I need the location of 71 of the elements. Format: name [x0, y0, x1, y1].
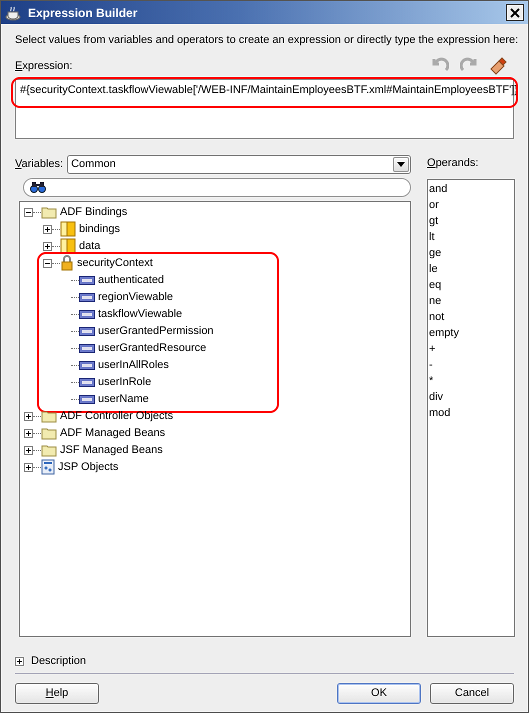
tree-item[interactable]: data — [79, 238, 100, 254]
folder-icon — [41, 205, 57, 219]
tree-item[interactable]: taskflowViewable — [98, 306, 182, 322]
caret-icon[interactable] — [397, 162, 405, 166]
operand-item[interactable]: not — [429, 309, 513, 325]
expression-label: Expression: — [15, 59, 72, 74]
folder-icon — [41, 426, 57, 440]
dialog-button[interactable]: Help — [15, 682, 99, 704]
operand-item[interactable]: and — [429, 181, 513, 197]
operand-item[interactable]: div — [429, 389, 513, 405]
dialog-button[interactable]: OK — [337, 682, 421, 704]
property-icon — [79, 394, 95, 404]
property-icon — [79, 310, 95, 318]
operand-item[interactable]: lt — [429, 229, 513, 245]
folder-icon — [41, 443, 57, 457]
tree-item[interactable]: userName — [98, 390, 149, 408]
expand-icon[interactable] — [24, 412, 33, 420]
variables-dropdown[interactable]: Common — [67, 154, 411, 174]
collapse-icon[interactable] — [43, 258, 52, 268]
property-icon — [79, 378, 95, 386]
operand-item[interactable]: - — [429, 357, 513, 373]
operand-item[interactable]: + — [429, 341, 513, 357]
expand-icon[interactable] — [24, 446, 33, 454]
bean-icon — [60, 221, 76, 237]
eraser-icon[interactable] — [489, 56, 507, 74]
expand-icon[interactable] — [15, 656, 24, 666]
tree-item[interactable]: ADF Bindings — [60, 204, 128, 220]
property-icon — [79, 360, 95, 370]
tree-item[interactable]: regionViewable — [98, 288, 174, 306]
property-icon — [79, 344, 95, 352]
window-title: Expression Builder — [28, 4, 138, 22]
operand-item[interactable]: mod — [429, 405, 513, 421]
tree-item[interactable]: userInRole — [98, 374, 152, 390]
collapse-icon[interactable] — [24, 208, 33, 216]
operand-item[interactable]: or — [429, 197, 513, 213]
tree-item[interactable]: JSP Objects — [58, 458, 118, 476]
tree-item[interactable]: userGrantedPermission — [98, 322, 214, 340]
dialog-button[interactable]: Cancel — [430, 682, 514, 704]
binoculars-icon — [30, 181, 46, 193]
close-button[interactable] — [506, 4, 524, 21]
tree-item[interactable]: JSF Managed Beans — [60, 442, 163, 458]
folder-icon — [41, 409, 57, 423]
operand-item[interactable]: * — [429, 373, 513, 389]
page-icon — [41, 459, 55, 475]
property-icon — [79, 326, 95, 336]
operand-item[interactable]: eq — [429, 277, 513, 293]
tree-item[interactable]: userInAllRoles — [98, 356, 169, 374]
close-icon[interactable] — [510, 8, 520, 18]
expand-icon[interactable] — [24, 462, 33, 472]
operand-item[interactable]: ge — [429, 245, 513, 261]
operand-item[interactable]: gt — [429, 213, 513, 229]
tree-item[interactable]: userGrantedResource — [98, 340, 206, 356]
expand-icon[interactable] — [43, 224, 52, 234]
description-toggle[interactable]: Description — [31, 653, 86, 670]
property-icon — [79, 276, 95, 284]
expand-icon[interactable] — [24, 428, 33, 438]
tree-item[interactable]: bindings — [79, 220, 120, 238]
operands-label: Operands: — [427, 156, 480, 170]
expand-icon[interactable] — [43, 242, 52, 250]
bean-icon — [60, 238, 76, 254]
tree-item[interactable]: authenticated — [98, 272, 164, 288]
search-field[interactable] — [23, 178, 411, 196]
tree-item[interactable]: securityContext — [77, 254, 153, 272]
cup-icon — [5, 4, 21, 20]
tree-item[interactable]: ADF Managed Beans — [60, 424, 166, 442]
property-icon — [79, 292, 95, 302]
variables-label: Variables: — [15, 156, 64, 172]
operand-item[interactable]: empty — [429, 325, 513, 341]
operand-item[interactable]: le — [429, 261, 513, 277]
operand-item[interactable]: ne — [429, 293, 513, 309]
tree-item[interactable]: ADF Controller Objects — [60, 408, 174, 424]
